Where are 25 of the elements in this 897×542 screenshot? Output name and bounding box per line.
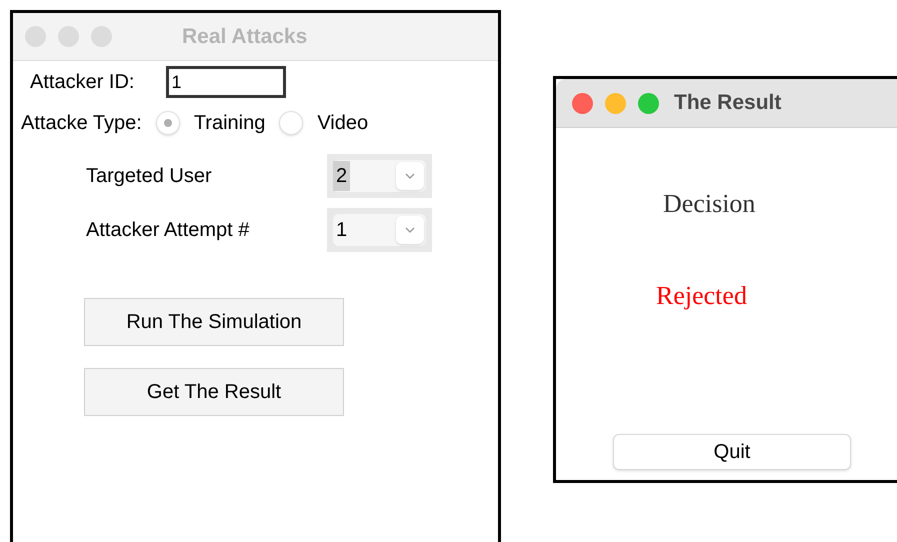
quit-button[interactable]: Quit bbox=[613, 434, 851, 470]
action-button[interactable]: Run The Simulation bbox=[84, 298, 344, 346]
field-label: Targeted User bbox=[86, 164, 213, 189]
radio-button[interactable] bbox=[156, 111, 180, 135]
dropdown-value: 2 bbox=[333, 161, 350, 191]
dropdown[interactable]: 1 bbox=[327, 208, 432, 252]
chevron-down-icon bbox=[396, 216, 424, 244]
dropdown[interactable]: 2 bbox=[327, 154, 432, 198]
window-title: The Result bbox=[674, 90, 782, 116]
minimize-button[interactable] bbox=[605, 92, 626, 114]
decision-heading: Decision bbox=[663, 188, 756, 220]
decision-result: Rejected bbox=[656, 280, 748, 312]
action-button[interactable]: Get The Result bbox=[84, 368, 344, 416]
field-label: Attacker Attempt # bbox=[86, 218, 250, 243]
dropdown-value: 1 bbox=[335, 218, 348, 243]
zoom-button[interactable] bbox=[638, 92, 659, 114]
field-label: Attacke Type: bbox=[21, 111, 142, 136]
window-title: Real Attacks bbox=[182, 24, 308, 50]
radio-label: Video bbox=[317, 111, 368, 136]
chevron-down-icon bbox=[396, 162, 424, 190]
field-label: Attacker ID: bbox=[30, 70, 134, 95]
radio-button[interactable] bbox=[279, 111, 304, 135]
input-field[interactable]: 1 bbox=[166, 66, 286, 98]
radio-label: Training bbox=[194, 111, 266, 136]
close-button[interactable] bbox=[572, 92, 593, 114]
